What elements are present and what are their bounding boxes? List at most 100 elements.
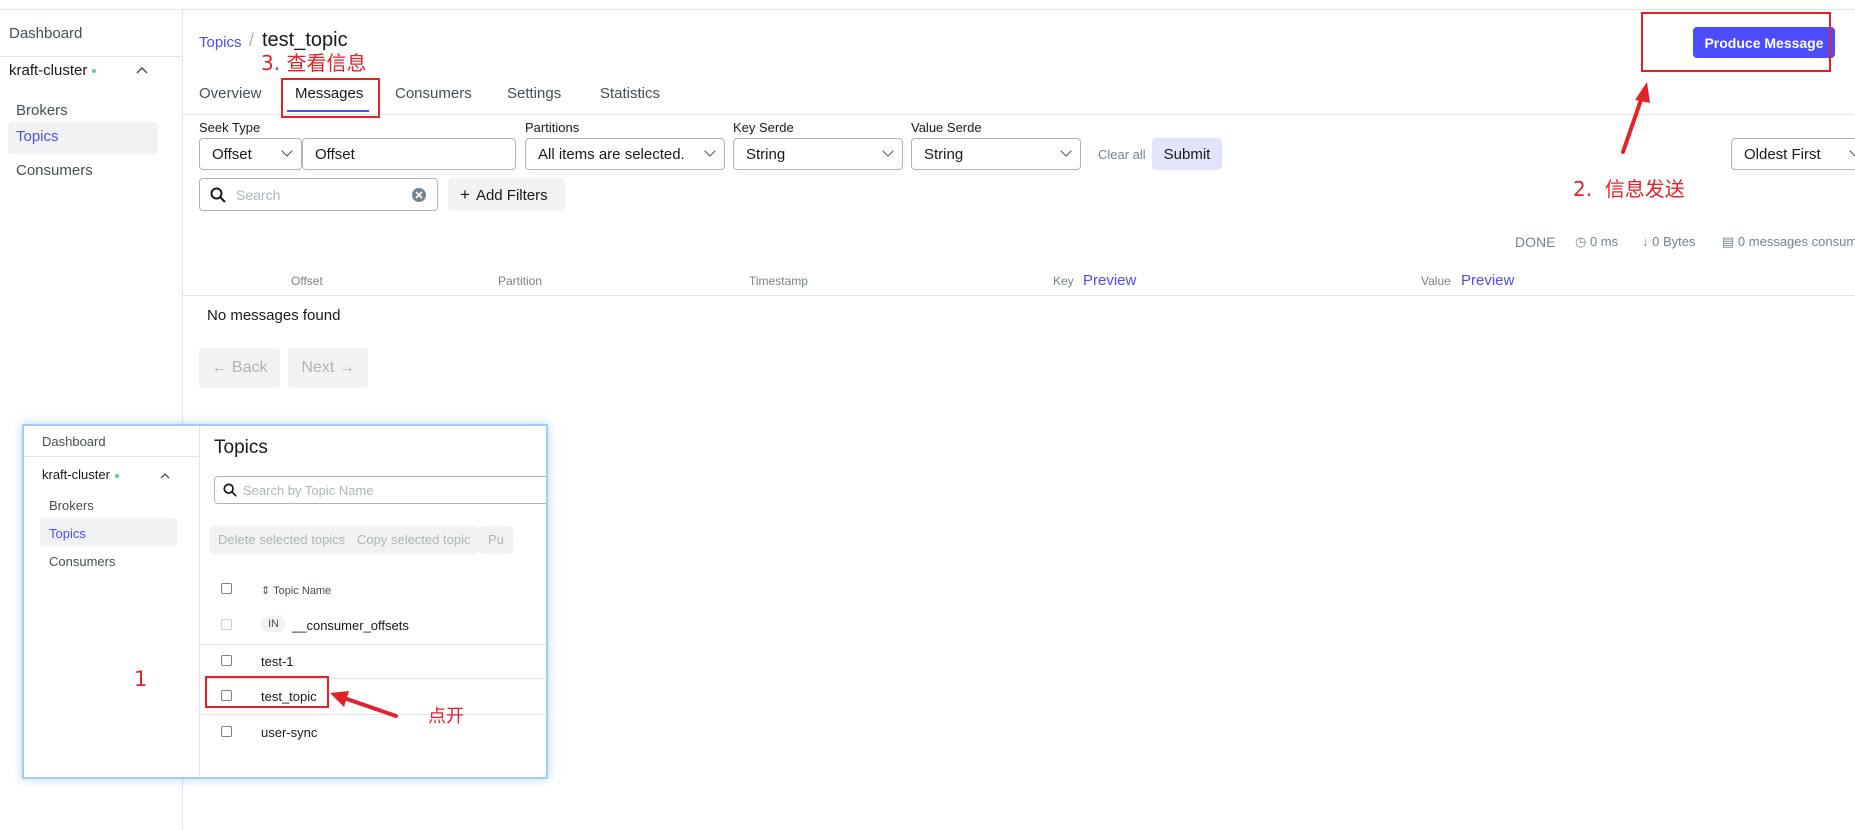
partitions-label: Partitions: [525, 120, 580, 135]
add-filters-button[interactable]: + Add Filters: [448, 178, 565, 211]
row-divider: [200, 644, 546, 645]
column-timestamp: Timestamp: [749, 274, 808, 288]
inset-sidebar-consumers[interactable]: Consumers: [49, 554, 115, 569]
bytes-consumed: ↓ 0 Bytes: [1642, 234, 1695, 249]
value-serde-select[interactable]: String: [911, 138, 1081, 170]
row-checkbox[interactable]: [221, 655, 232, 666]
inset-sidebar-topics[interactable]: Topics: [49, 526, 86, 541]
purge-button[interactable]: Pu: [479, 526, 513, 554]
key-serde-select[interactable]: String: [733, 138, 903, 170]
cluster-name: kraft-cluster: [9, 62, 88, 79]
search-placeholder: Search: [236, 187, 281, 203]
annotation-step2: 2. 信息发送: [1573, 173, 1685, 202]
chevron-up-icon[interactable]: [136, 62, 148, 77]
annotation-step2-number: 2.: [1573, 177, 1593, 201]
offset-input[interactable]: Offset: [302, 138, 516, 170]
messages-consumed: ▤ 0 messages consum: [1722, 234, 1855, 250]
column-topic-name-label: Topic Name: [273, 585, 332, 597]
column-partition: Partition: [498, 274, 543, 288]
inset-cluster-status-dot: [114, 473, 119, 478]
add-filters-label: Add Filters: [475, 186, 548, 204]
sidebar-cluster[interactable]: kraft-cluster: [9, 62, 97, 79]
inset-sidebar-divider: [24, 456, 200, 457]
submit-button[interactable]: Submit: [1152, 138, 1222, 170]
topics-list-inset: Dashboard kraft-cluster Brokers Topics C…: [22, 424, 548, 779]
topic-name[interactable]: test-1: [261, 654, 294, 669]
annotation-box-produce-button: [1641, 12, 1831, 72]
annotation-step3-number: 3.: [261, 51, 281, 75]
breadcrumb-topics[interactable]: Topics: [199, 34, 242, 51]
value-serde-label: Value Serde: [911, 120, 982, 135]
inset-cluster-name: kraft-cluster: [42, 467, 110, 482]
partitions-value: All items are selected.: [538, 146, 685, 163]
empty-state: No messages found: [207, 307, 341, 324]
message-search-input[interactable]: Search: [199, 178, 438, 211]
sort-order-value: Oldest First: [1744, 146, 1821, 163]
search-icon: [210, 187, 226, 203]
bytes-value: 0 Bytes: [1652, 234, 1696, 249]
sidebar-divider: [0, 56, 183, 57]
clock-icon: ◷: [1575, 234, 1587, 249]
column-topic-name[interactable]: ⇕ Topic Name: [261, 584, 331, 597]
value-preview-link[interactable]: Preview: [1461, 272, 1514, 289]
seek-type-value: Offset: [212, 146, 252, 163]
column-key: Key: [1053, 274, 1074, 288]
inset-sidebar-dashboard[interactable]: Dashboard: [42, 434, 106, 449]
search-icon: [223, 483, 237, 497]
key-preview-link[interactable]: Preview: [1083, 272, 1136, 289]
breadcrumb-separator: /: [249, 30, 255, 50]
topic-search-placeholder: Search by Topic Name: [243, 483, 374, 498]
topic-name[interactable]: user-sync: [261, 725, 317, 740]
delete-selected-topics-button[interactable]: Delete selected topics: [209, 526, 355, 554]
annotation-step3: 3. 查看信息: [261, 47, 366, 76]
row-checkbox[interactable]: [221, 726, 232, 737]
copy-selected-topic-button[interactable]: Copy selected topic: [348, 526, 480, 554]
annotation-box-test-topic: [205, 676, 329, 708]
tabs-divider: [183, 114, 1855, 115]
back-button[interactable]: ← Back: [199, 348, 280, 388]
tab-statistics[interactable]: Statistics: [600, 85, 660, 102]
tab-consumers[interactable]: Consumers: [395, 85, 472, 102]
inset-sidebar-brokers[interactable]: Brokers: [49, 498, 94, 513]
topic-search-input[interactable]: Search by Topic Name: [214, 476, 546, 504]
topic-name[interactable]: __consumer_offsets: [292, 618, 409, 633]
chevron-down-icon: [704, 145, 716, 157]
plus-icon: +: [460, 184, 470, 204]
elapsed-time-value: 0 ms: [1589, 234, 1619, 249]
select-all-checkbox[interactable]: [221, 583, 232, 594]
annotation-step1: 1: [134, 667, 148, 691]
clear-search-icon[interactable]: [411, 187, 427, 203]
sidebar-item-topics[interactable]: Topics: [8, 122, 158, 154]
inset-sidebar-cluster[interactable]: kraft-cluster: [42, 467, 119, 482]
arrow-down-icon: ↓: [1642, 234, 1649, 249]
partitions-select[interactable]: All items are selected.: [525, 138, 725, 170]
key-serde-value: String: [746, 146, 786, 163]
sidebar-item-consumers[interactable]: Consumers: [8, 156, 158, 188]
tab-overview[interactable]: Overview: [199, 85, 262, 102]
sort-order-select[interactable]: Oldest First: [1731, 138, 1855, 170]
value-serde-value: String: [924, 146, 964, 163]
seek-type-select[interactable]: Offset: [199, 138, 302, 170]
column-offset: Offset: [291, 274, 323, 288]
annotation-arrow-left-icon: [330, 691, 398, 718]
annotation-box-messages-tab: [281, 78, 380, 118]
elapsed-time: ◷ 0 ms: [1575, 234, 1618, 250]
annotation-step2-text: 信息发送: [1604, 177, 1685, 201]
next-button[interactable]: Next →: [288, 348, 368, 388]
chevron-up-icon[interactable]: [160, 472, 170, 479]
clear-all-button[interactable]: Clear all: [1098, 147, 1146, 162]
messages-consumed-value: 0 messages consum: [1737, 234, 1855, 249]
top-divider: [0, 9, 1855, 10]
key-serde-label: Key Serde: [733, 120, 794, 135]
internal-badge: IN: [261, 616, 286, 632]
chevron-down-icon: [1060, 145, 1072, 157]
sidebar-item-dashboard[interactable]: Dashboard: [9, 25, 82, 42]
chevron-down-icon: [882, 145, 894, 157]
annotation-step3-text: 查看信息: [286, 51, 367, 75]
tab-settings[interactable]: Settings: [507, 85, 561, 102]
document-icon: ▤: [1722, 234, 1735, 249]
status-text: DONE: [1515, 234, 1556, 250]
offset-value: Offset: [315, 146, 355, 163]
inset-page-title: Topics: [214, 437, 268, 458]
chevron-down-icon: [281, 145, 293, 157]
